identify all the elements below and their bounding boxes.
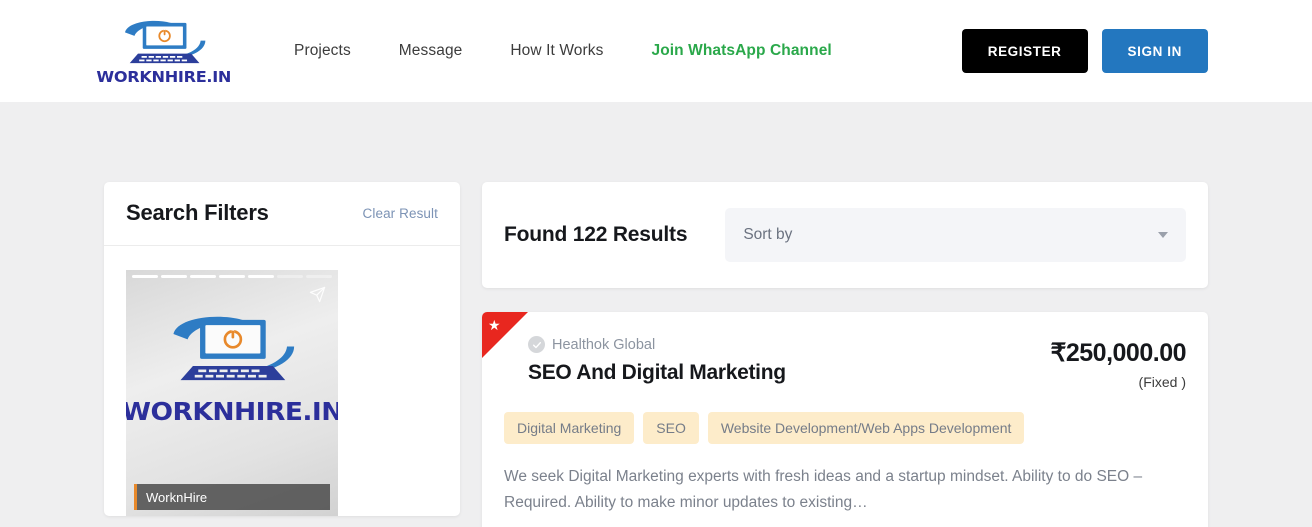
results-column: Found 122 Results Sort by ★ Healthok Glo… [482,182,1208,527]
story-logo: WORKNHIRE.IN [126,304,338,424]
job-tags: Digital Marketing SEO Website Developmen… [504,412,1186,444]
job-price-type: (Fixed ) [1138,374,1186,390]
clear-result-link[interactable]: Clear Result [363,206,438,221]
nav-item-join-whatsapp-channel[interactable]: Join WhatsApp Channel [627,42,855,60]
search-filters-title: Search Filters [126,200,269,225]
register-button[interactable]: REGISTER [961,29,1088,73]
verified-check-icon [528,336,545,353]
story-caption: WorknHire [134,484,330,510]
paper-plane-icon[interactable] [309,286,326,303]
job-description: We seek Digital Marketing experts with f… [504,468,1143,512]
story-progress-segment [306,275,332,278]
results-count: Found 122 Results [504,223,688,246]
story-progress-segment [161,275,187,278]
header-actions: REGISTER SIGN IN [961,29,1208,73]
company-name: Healthok Global [552,336,656,353]
laptop-power-logo-icon [116,17,212,69]
search-filters-header: Search Filters Clear Result [104,182,460,246]
site-logo[interactable]: WORKNHIRE.IN [97,17,232,86]
page-content: Search Filters Clear Result WORKNHIRE.IN… [0,102,1312,527]
search-filters-panel: Search Filters Clear Result WORKNHIRE.IN… [104,182,460,516]
main-navigation: Projects Message How It Works Join Whats… [270,42,856,60]
job-price-block: ₹250,000.00 (Fixed ) [1050,336,1186,390]
job-listing-card[interactable]: ★ Healthok Global SEO And Digital Market… [482,312,1208,527]
job-tag[interactable]: Digital Marketing [504,412,635,444]
story-progress-segment [190,275,216,278]
instagram-story-embed[interactable]: WORKNHIRE.IN WorknHire [126,270,338,516]
sort-by-dropdown[interactable]: Sort by [725,208,1186,262]
brand-wordmark: WORKNHIRE.IN [96,67,232,86]
job-tag[interactable]: Website Development/Web Apps Development [707,412,1025,444]
results-header: Found 122 Results Sort by [482,182,1208,288]
job-price-amount: ₹250,000.00 [1050,339,1186,367]
nav-item-message[interactable]: Message [375,42,487,60]
nav-item-how-it-works[interactable]: How It Works [486,42,627,60]
nav-item-projects[interactable]: Projects [270,42,375,60]
story-progress-segment [132,275,158,278]
sign-in-button[interactable]: SIGN IN [1101,29,1208,73]
job-card-top: Healthok Global SEO And Digital Marketin… [504,336,1186,390]
company-row: Healthok Global [528,336,1050,353]
story-progress-segment [248,275,274,278]
site-header: WORKNHIRE.IN Projects Message How It Wor… [0,0,1312,102]
chevron-down-icon [1158,232,1168,238]
search-filters-body: WORKNHIRE.IN WorknHire [104,246,460,516]
job-card-main: Healthok Global SEO And Digital Marketin… [504,336,1050,385]
job-tag[interactable]: SEO [643,412,699,444]
sort-by-label: Sort by [743,226,793,243]
story-logo-wordmark: WORKNHIRE.IN [126,397,338,426]
star-icon: ★ [488,317,501,333]
story-progress-segment [219,275,245,278]
story-progress-segment [277,275,303,278]
story-progress-bars [132,275,332,278]
job-title[interactable]: SEO And Digital Marketing [528,361,1050,385]
